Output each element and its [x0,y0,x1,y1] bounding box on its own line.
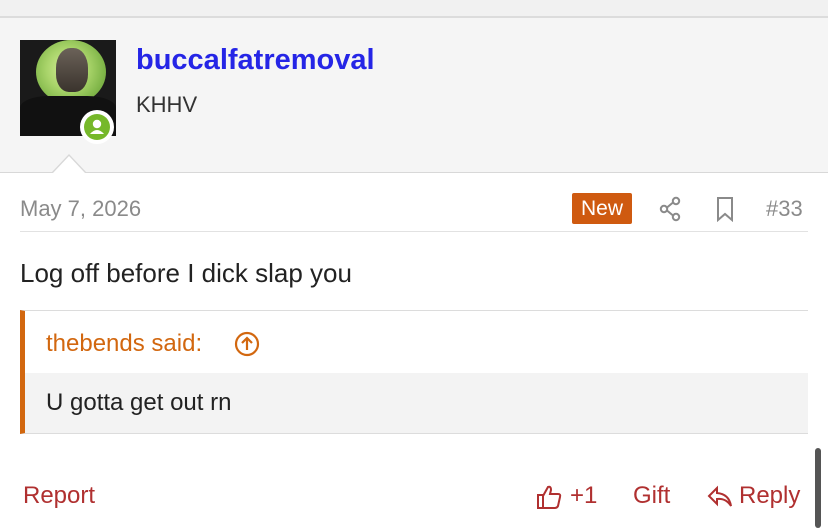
avatar-face [56,48,88,92]
gift-button[interactable]: Gift [633,482,670,510]
post-date[interactable]: May 7, 2026 [20,196,141,222]
online-status-icon [80,110,114,144]
like-count[interactable]: +1 [570,482,597,510]
post-message: Log off before I dick slap you [20,258,352,288]
report-button[interactable]: Report [23,482,95,510]
user-block-arrow-inner [53,156,85,173]
username-link[interactable]: buccalfatremoval [136,44,375,77]
quote-block: thebends said: U gotta get out rn [20,310,808,434]
quote-author-link[interactable]: thebends said: [46,330,202,358]
like-icon[interactable] [535,483,563,516]
post-meta: May 7, 2026 New #33 [20,193,808,232]
user-title: KHHV [136,92,198,117]
quote-text: U gotta get out rn [46,389,232,416]
post-actions: Report +1 Gift Reply [20,480,808,516]
reply-button[interactable]: Reply [739,482,800,510]
quote-header: thebends said: [25,311,808,373]
scrollbar[interactable] [815,448,821,528]
bookmark-icon[interactable] [714,196,736,227]
post-user-block: buccalfatremoval KHHV [0,18,828,173]
top-strip [0,0,828,18]
new-badge: New [572,193,632,224]
quote-body: U gotta get out rn [25,373,808,433]
quote-up-icon[interactable] [234,331,260,362]
share-icon[interactable] [658,196,682,227]
post-number-link[interactable]: #33 [766,196,803,222]
reply-icon[interactable] [706,483,734,516]
